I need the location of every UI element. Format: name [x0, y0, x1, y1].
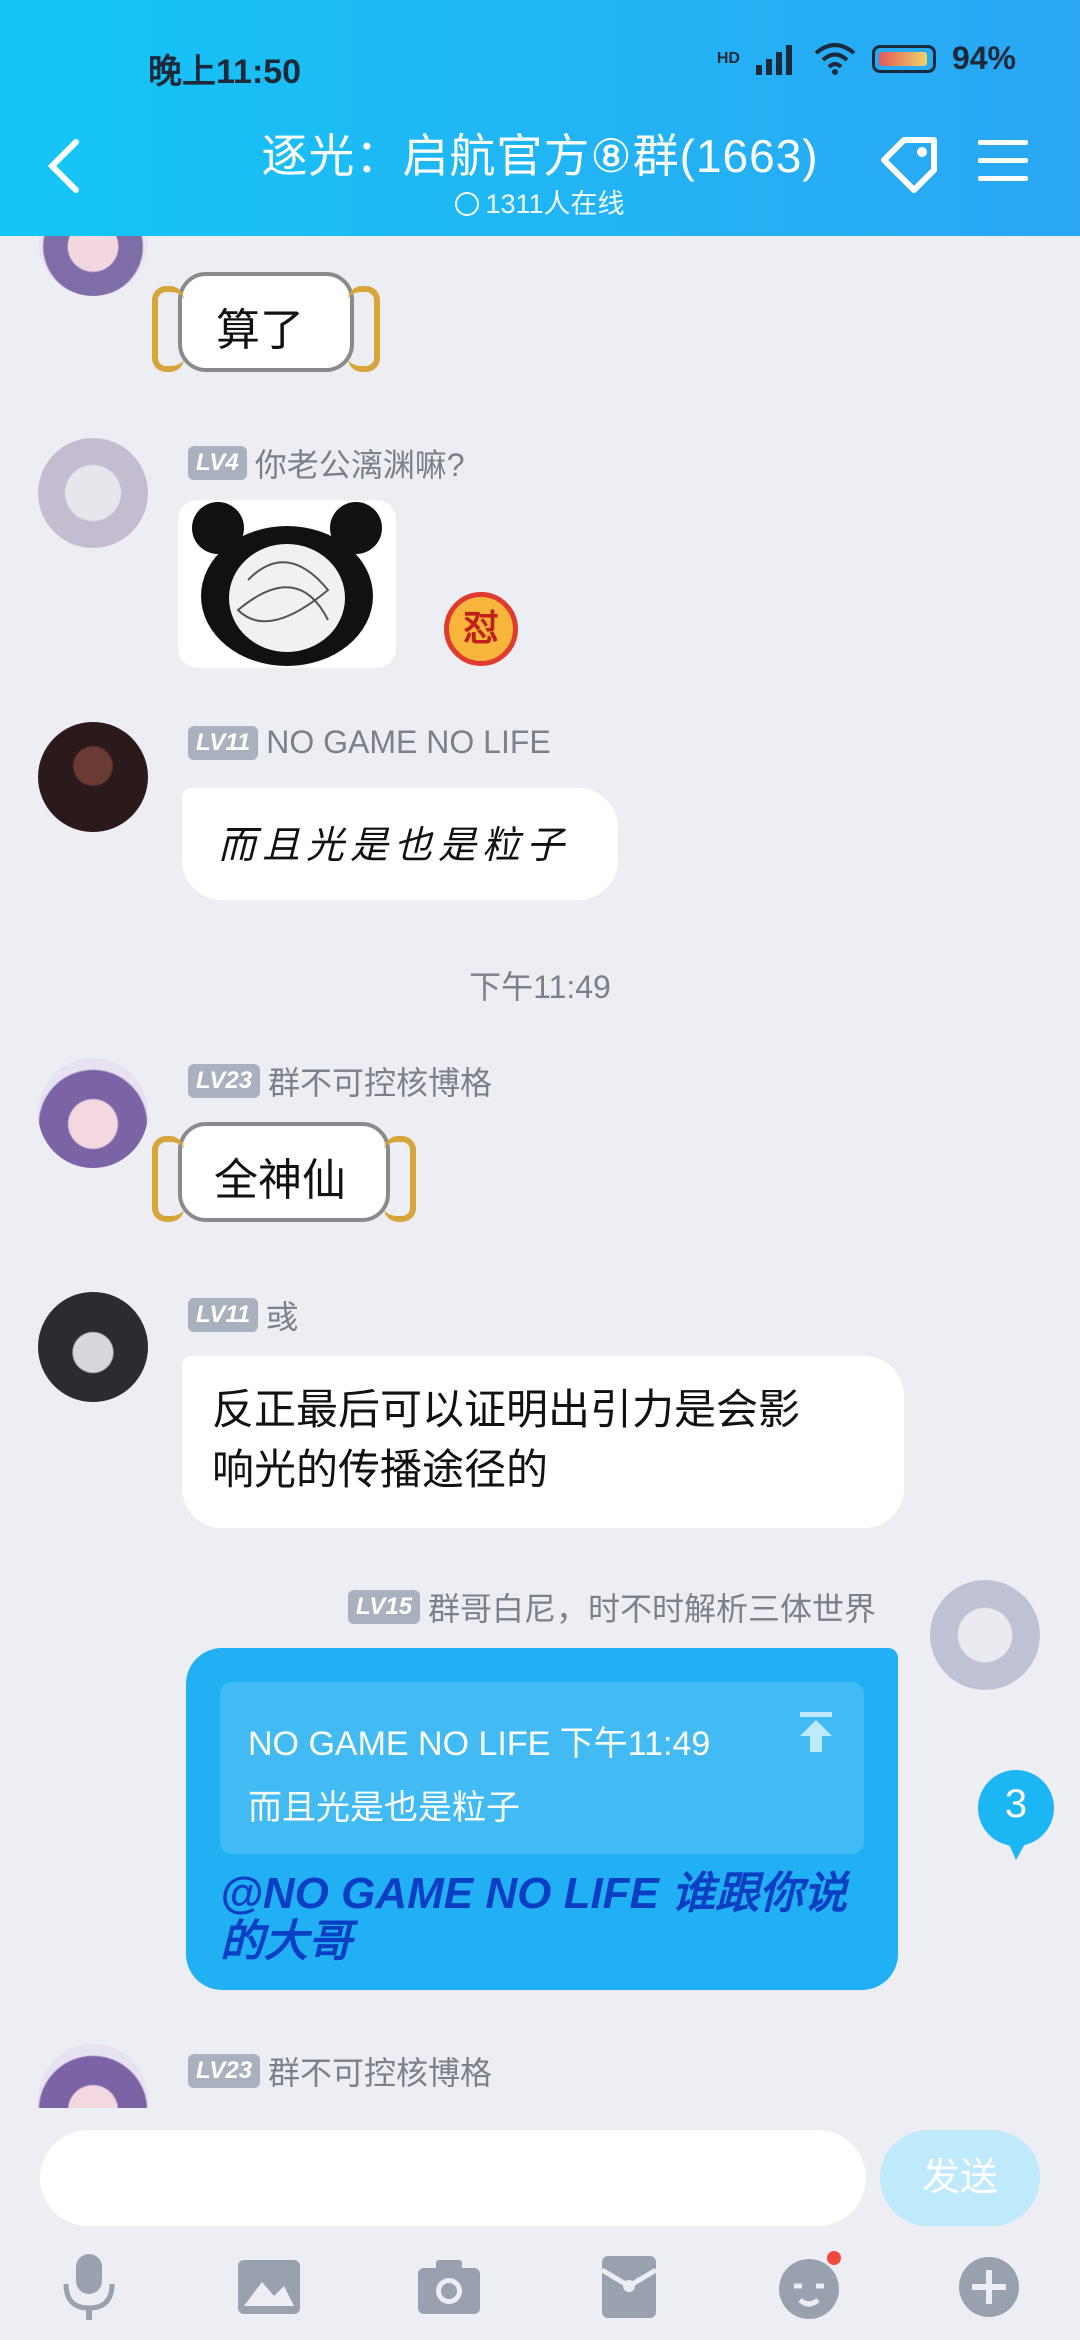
quoted-message[interactable]: NO GAME NO LIFE 下午11:49 而且光是也是粒子 [220, 1682, 864, 1854]
message-text-line: 反正最后可以证明出引力是会影 [212, 1386, 801, 1433]
send-button[interactable]: 发送 [880, 2130, 1040, 2226]
group-tag-icon[interactable] [874, 130, 944, 200]
avatar[interactable] [38, 722, 148, 832]
sender-name: 彧 [266, 1299, 299, 1335]
level-badge: LV11 [188, 1298, 259, 1332]
mic-icon[interactable] [52, 2250, 126, 2324]
message-bubble[interactable]: 反正最后可以证明出引力是会影 响光的传播途径的 [182, 1356, 904, 1528]
jump-to-quote-icon[interactable] [796, 1710, 836, 1754]
sender-info: LV11 彧 [188, 1292, 298, 1338]
quote-text: 而且光是也是粒子 [248, 1789, 520, 1827]
sent-message-bubble[interactable]: NO GAME NO LIFE 下午11:49 而且光是也是粒子 @NO GAM… [186, 1648, 898, 1990]
message-bubble[interactable]: 而且光是也是粒子 [182, 788, 618, 900]
reaction-badge: 怼 [444, 592, 518, 666]
battery-icon [871, 44, 936, 73]
avatar[interactable] [38, 1058, 148, 1168]
sender-name: 你老公漓渊嘛? [254, 447, 465, 483]
wifi-icon [814, 42, 856, 75]
sender-name: 群不可控核博格 [268, 2055, 493, 2091]
level-badge: LV11 [188, 725, 259, 760]
reply-text: @NO GAME NO LIFE 谁跟你说 的大哥 [220, 1870, 868, 1966]
input-bar: 发送 [0, 2108, 1080, 2340]
message-input[interactable] [40, 2130, 866, 2226]
chat-header: 晚上11:50 HD 94% 逐光：启航官方⑧群(1663) 1311人在线 [0, 0, 1080, 236]
reply-text-line: @NO GAME NO LIFE 谁跟你说 [220, 1869, 848, 1918]
camera-icon[interactable] [412, 2250, 486, 2324]
sender-name: NO GAME NO LIFE [266, 724, 551, 760]
sticker-image[interactable] [178, 500, 396, 668]
menu-icon[interactable] [976, 130, 1032, 190]
sender-info: LV4 你老公漓渊嘛? [188, 440, 465, 486]
level-badge: LV4 [188, 446, 247, 480]
message-text-line: 响光的传播途径的 [212, 1446, 549, 1493]
sender-name: 群哥白尼，时不时解析三体世界 [428, 1591, 877, 1627]
avatar[interactable] [38, 438, 148, 548]
sender-info: LV11 NO GAME NO LIFE [188, 724, 551, 761]
online-text: 1311人在线 [485, 189, 625, 219]
message-text: 而且光是也是粒子 [218, 823, 571, 867]
message-text: 全神仙 [214, 1156, 346, 1205]
unread-count: 3 [1004, 1782, 1028, 1826]
image-icon[interactable] [232, 2250, 306, 2324]
unread-count-button[interactable]: 3 [978, 1768, 1080, 1868]
level-badge: LV23 [188, 2054, 261, 2088]
sender-name: 群不可控核博格 [268, 1065, 493, 1101]
status-icons: HD 94% [717, 40, 1016, 77]
quote-header: NO GAME NO LIFE 下午11:49 [248, 1725, 711, 1763]
level-badge: LV23 [188, 1064, 261, 1098]
plus-icon[interactable] [952, 2250, 1026, 2324]
hd-label: HD [716, 49, 740, 67]
avatar[interactable] [38, 2044, 148, 2108]
status-time: 晚上11:50 [148, 53, 302, 91]
avatar[interactable] [930, 1580, 1040, 1690]
reply-text-line: 的大哥 [220, 1917, 352, 1966]
reaction-text: 怼 [462, 607, 499, 648]
avatar[interactable] [38, 1292, 148, 1402]
sender-info: LV23 群不可控核博格 [188, 1058, 492, 1104]
signal-icon [755, 44, 792, 75]
level-badge: LV15 [348, 1590, 421, 1624]
message-list[interactable]: 算了 LV4 你老公漓渊嘛? 怼 LV11 NO GAME NO LIFE 而且光是… [0, 236, 1080, 2108]
message-text: 算了 [216, 306, 304, 355]
red-packet-icon[interactable] [592, 2250, 666, 2324]
online-icon [455, 192, 480, 216]
emoji-icon[interactable] [772, 2250, 846, 2324]
message-bubble[interactable]: 全神仙 [152, 1122, 416, 1222]
avatar[interactable] [38, 236, 148, 296]
sender-info: LV23 群不可控核博格 [188, 2048, 492, 2094]
sender-info: LV15 群哥白尼，时不时解析三体世界 [348, 1584, 876, 1630]
time-divider: 下午11:49 [469, 969, 611, 1005]
battery-percent: 94% [951, 40, 1016, 76]
message-bubble[interactable]: 算了 [152, 272, 380, 372]
